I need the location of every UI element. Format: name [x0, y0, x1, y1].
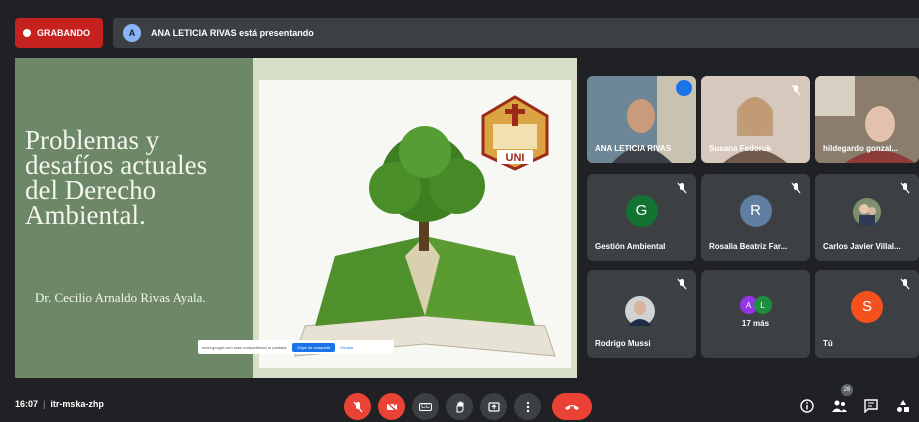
mic-off-icon [677, 182, 687, 194]
mic-off-icon [900, 278, 910, 290]
participant-tile[interactable]: Carlos Javier Villal... [815, 174, 919, 261]
presenter-banner: A ANA LETICIA RIVAS está presentando [113, 18, 919, 48]
participant-name: ANA LETICIA RIVAS [595, 144, 672, 153]
end-call-button[interactable] [552, 393, 592, 420]
presenter-text: ANA LETICIA RIVAS está presentando [151, 28, 314, 38]
record-icon [23, 29, 31, 37]
more-avatars: A L [739, 296, 772, 315]
mic-off-icon [352, 401, 363, 412]
participant-name: hildegardo gonzal... [823, 144, 899, 153]
end-call-icon [565, 404, 579, 410]
slide-author: Dr. Cecilio Arnaldo Rivas Ayala. [35, 290, 206, 305]
stop-sharing-button[interactable]: Dejar de compartir [292, 342, 336, 352]
more-participants-tile[interactable]: A L 17 más [701, 270, 810, 358]
camera-off-icon [386, 401, 397, 412]
hide-notice-button[interactable]: Ocultar [340, 345, 353, 350]
raise-hand-button[interactable] [446, 393, 473, 420]
mic-toggle-button[interactable] [344, 393, 371, 420]
activities-icon [897, 400, 909, 412]
info-button[interactable] [797, 396, 817, 416]
meeting-info: 16:07 | itr-mska-zhp [15, 399, 104, 409]
participant-avatar: G [625, 194, 658, 227]
bottom-bar: 16:07 | itr-mska-zhp CC 26 [0, 378, 919, 422]
presenter-avatar: A [123, 24, 141, 42]
more-participants-label: 17 más [741, 319, 770, 329]
speaking-indicator-icon [676, 80, 692, 96]
participant-name: Carlos Javier Villal... [823, 242, 901, 251]
mic-off-icon [900, 182, 910, 194]
share-notice: meet.google.com está compartiendo tu pan… [198, 340, 394, 354]
top-bar: GRABANDO A ANA LETICIA RIVAS está presen… [0, 0, 919, 48]
present-icon [487, 401, 500, 412]
people-button[interactable] [829, 396, 849, 416]
chat-icon [864, 399, 878, 413]
participant-name: Rodrigo Mussi [595, 339, 651, 348]
recording-label: GRABANDO [37, 28, 90, 38]
info-icon [800, 399, 814, 413]
activities-button[interactable] [893, 396, 913, 416]
chat-button[interactable] [861, 396, 881, 416]
logo-text: UNI [506, 152, 525, 164]
participant-tile[interactable]: Rodrigo Mussi [587, 270, 696, 358]
participant-photo [625, 296, 655, 326]
participant-tile[interactable]: hildegardo gonzal... [815, 76, 919, 163]
self-tile[interactable]: S Tú [815, 270, 919, 358]
participant-avatar: L [753, 296, 772, 315]
participant-tile[interactable]: Susana Fedoruk [701, 76, 810, 163]
participant-avatar: S [851, 290, 883, 323]
participant-name: Susana Fedoruk [709, 144, 772, 153]
participant-tile[interactable]: ANA LETICIA RIVAS [587, 76, 696, 163]
more-options-button[interactable] [514, 393, 541, 420]
present-button[interactable] [480, 393, 507, 420]
people-icon [831, 400, 847, 412]
participant-photo [853, 198, 881, 226]
slide-title: Problemas y desafíos actuales del Derech… [25, 125, 208, 230]
university-logo: UNI [481, 95, 549, 171]
more-options-icon [526, 401, 529, 412]
participant-name: Tú [823, 339, 833, 348]
share-notice-text: meet.google.com está compartiendo tu pan… [202, 344, 288, 350]
participant-avatar: R [739, 194, 772, 227]
shared-slide: Problemas y desafíos actuales del Derech… [15, 58, 577, 378]
captions-button[interactable]: CC [412, 393, 439, 420]
participant-name: Gestión Ambiental [595, 242, 666, 251]
people-count-badge: 26 [841, 384, 853, 396]
mic-off-icon [791, 182, 801, 194]
mic-off-icon [677, 278, 687, 290]
participant-name: Rosalia Beatriz Far... [709, 242, 788, 251]
meeting-code: itr-mska-zhp [50, 399, 104, 409]
mic-off-icon [791, 84, 801, 96]
recording-badge[interactable]: GRABANDO [15, 18, 103, 48]
participant-tile[interactable]: R Rosalia Beatriz Far... [701, 174, 810, 261]
camera-toggle-button[interactable] [378, 393, 405, 420]
participant-tile[interactable]: G Gestión Ambiental [587, 174, 696, 261]
meeting-time: 16:07 [15, 399, 39, 409]
captions-icon: CC [419, 402, 432, 411]
raise-hand-icon [456, 401, 463, 412]
